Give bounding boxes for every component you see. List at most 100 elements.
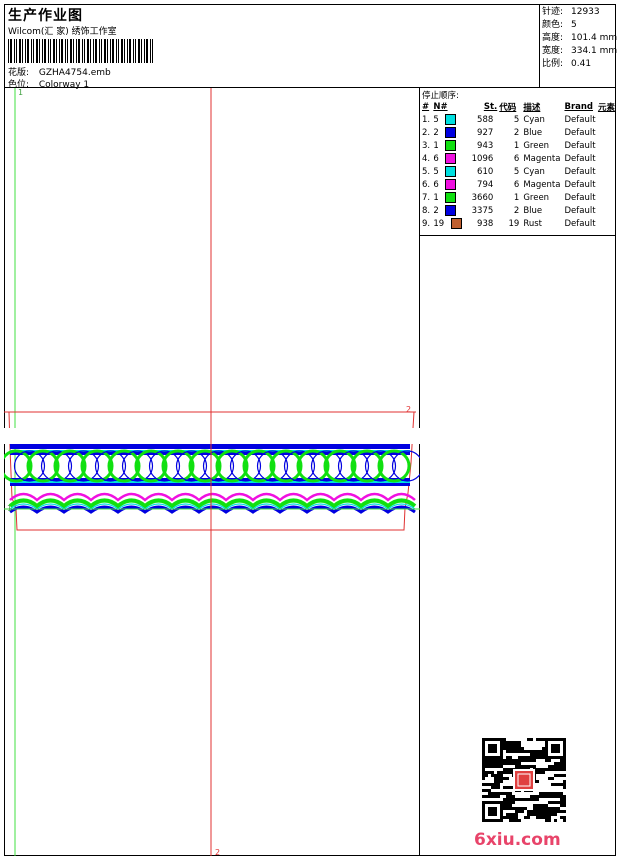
row-index: 1.	[422, 114, 431, 125]
qr-module	[533, 759, 536, 762]
qr-finder-core	[488, 744, 497, 753]
qr-module	[530, 813, 533, 816]
row-brand: Default	[564, 114, 596, 125]
page-title: 生产作业图	[8, 8, 83, 24]
qr-module	[551, 777, 554, 780]
qr-module	[539, 738, 542, 741]
qr-finder-core	[551, 744, 560, 753]
barcode-bar	[27, 39, 29, 63]
qr-module	[527, 816, 530, 819]
qr-module	[494, 774, 497, 777]
qr-module	[551, 768, 554, 771]
row-element	[598, 191, 616, 204]
barcode-bar	[67, 39, 68, 63]
qr-module	[494, 780, 497, 783]
qr-module	[512, 801, 515, 804]
row-code: 1	[513, 192, 520, 203]
barcode-bar	[76, 39, 77, 63]
qr-module	[530, 765, 533, 768]
qr-module	[509, 759, 512, 762]
qr-module	[515, 765, 518, 768]
qr-module	[482, 789, 485, 792]
barcode-bar	[107, 39, 108, 63]
qr-module	[539, 792, 542, 795]
qr-module	[560, 762, 563, 765]
row-element	[598, 204, 616, 217]
qr-module	[557, 795, 560, 798]
qr-module	[563, 765, 566, 768]
qr-module	[506, 804, 509, 807]
qr-module	[530, 810, 533, 813]
qr-module	[563, 795, 566, 798]
qr-module	[545, 795, 548, 798]
qr-module	[497, 777, 500, 780]
qr-module	[509, 813, 512, 816]
qr-module	[485, 795, 488, 798]
qr-module	[503, 816, 506, 819]
row-needle: 6	[433, 152, 463, 165]
site-watermark: 6xiu.com	[474, 830, 561, 850]
qr-module	[518, 759, 521, 762]
row-brand: Default	[564, 166, 596, 177]
table-row: 5. 5 610 5 Cyan Default	[420, 165, 616, 178]
qr-module	[482, 777, 485, 780]
barcode-bar	[133, 39, 134, 63]
qr-module	[521, 750, 524, 753]
color-swatch-icon	[445, 166, 457, 177]
qr-module	[503, 768, 506, 771]
table-row: 8. 2 3375 2 Blue Default	[420, 204, 616, 217]
qr-module	[512, 744, 515, 747]
qr-module	[539, 750, 542, 753]
qr-module	[560, 801, 563, 804]
barcode-bar	[127, 39, 128, 63]
qr-module	[557, 762, 560, 765]
qr-module	[557, 783, 560, 786]
row-stitches: 794	[477, 179, 494, 190]
row-stitches: 938	[477, 218, 494, 229]
stat-scale: 比例: 0.41	[542, 59, 592, 69]
qr-module	[548, 819, 551, 822]
qr-module	[521, 807, 524, 810]
row-stitches: 927	[477, 127, 494, 138]
qr-module	[563, 780, 566, 783]
qr-module	[488, 789, 491, 792]
barcode-bar	[48, 39, 49, 63]
barcode-bar	[50, 39, 51, 63]
qr-module	[563, 768, 566, 771]
qr-module	[554, 813, 557, 816]
qr-module	[554, 795, 557, 798]
qr-module	[551, 765, 554, 768]
barcode-bar	[112, 39, 114, 63]
qr-module	[557, 792, 560, 795]
qr-module	[560, 795, 563, 798]
barcode-bar	[110, 39, 111, 63]
qr-module	[512, 741, 515, 744]
qr-module	[512, 750, 515, 753]
row-stitches: 588	[477, 114, 494, 125]
col-brand: Brand	[564, 101, 594, 112]
qr-module	[518, 810, 521, 813]
barcode-bar	[65, 39, 66, 63]
barcode-bar	[78, 39, 80, 63]
barcode-bar	[82, 39, 83, 63]
qr-module	[539, 810, 542, 813]
qr-module	[542, 804, 545, 807]
qr-module	[539, 771, 542, 774]
qr-module	[542, 753, 545, 756]
qr-module	[482, 774, 485, 777]
qr-module	[536, 795, 539, 798]
qr-module	[503, 762, 506, 765]
qr-module	[551, 801, 554, 804]
qr-module	[524, 750, 527, 753]
qr-module	[530, 738, 533, 741]
qr-module	[548, 795, 551, 798]
qr-module	[482, 783, 485, 786]
barcode-bar	[138, 39, 140, 63]
row-element	[598, 139, 616, 152]
qr-module	[551, 810, 554, 813]
qr-module	[524, 816, 527, 819]
qr-module	[536, 768, 539, 771]
qr-module	[512, 813, 515, 816]
qr-module	[509, 798, 512, 801]
qr-module	[506, 807, 509, 810]
